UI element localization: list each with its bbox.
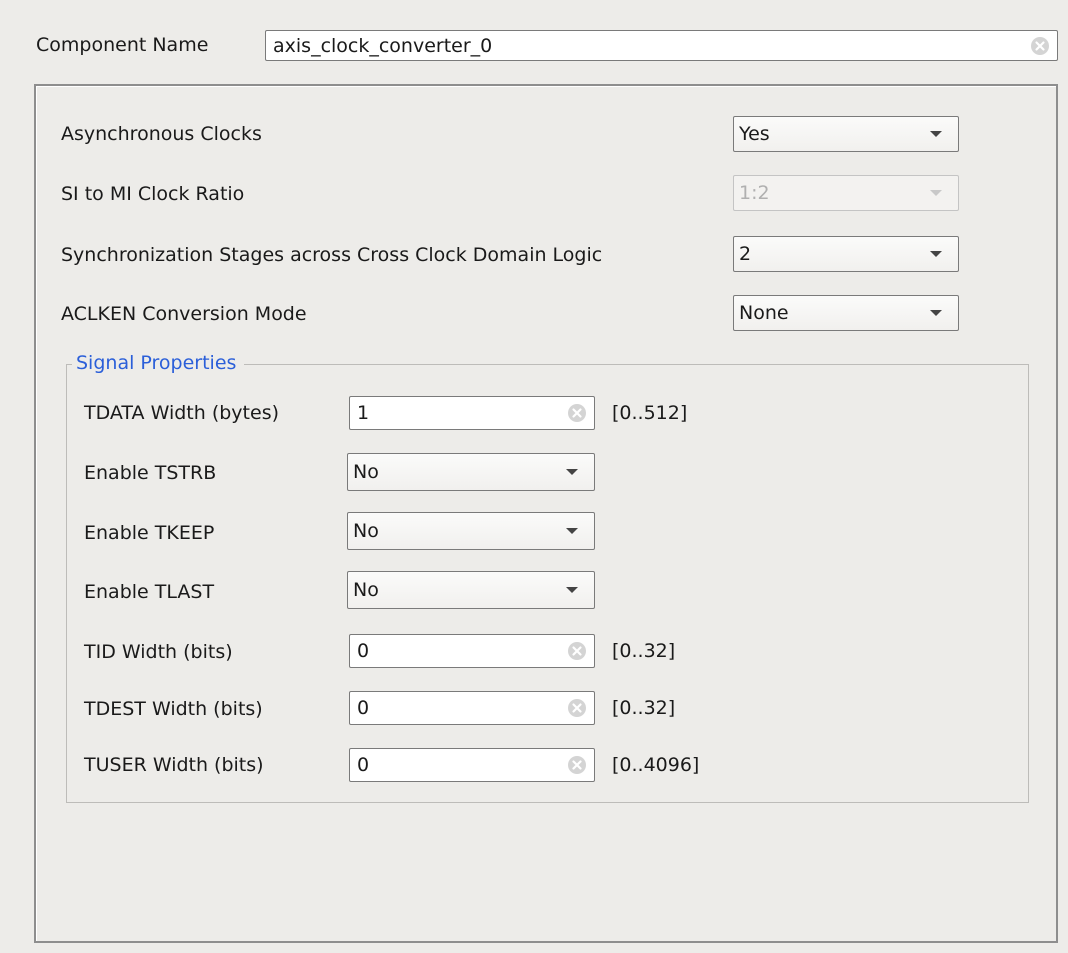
signal-properties-title: Signal Properties <box>72 351 245 375</box>
asynchronous-clocks-label: Asynchronous Clocks <box>61 123 262 145</box>
tdata-width-input[interactable]: 1 <box>349 396 595 430</box>
tdest-width-value: 0 <box>357 697 370 719</box>
chevron-down-icon <box>930 190 942 196</box>
clear-icon[interactable] <box>567 641 587 661</box>
tid-width-input[interactable]: 0 <box>349 634 595 668</box>
aclken-mode-select[interactable]: None <box>733 295 959 331</box>
sync-stages-value: 2 <box>739 243 752 265</box>
tid-width-value: 0 <box>357 640 370 662</box>
enable-tkeep-label: Enable TKEEP <box>84 522 215 544</box>
clock-ratio-label: SI to MI Clock Ratio <box>61 183 245 205</box>
tdest-width-range: [0..32] <box>612 697 676 719</box>
tdata-width-range: [0..512] <box>612 402 688 424</box>
tdest-width-input[interactable]: 0 <box>349 691 595 725</box>
chevron-down-icon <box>930 251 942 257</box>
tuser-width-label: TUSER Width (bits) <box>84 754 264 776</box>
clear-icon[interactable] <box>1030 36 1050 56</box>
enable-tlast-select[interactable]: No <box>347 571 595 609</box>
enable-tstrb-value: No <box>353 461 379 483</box>
aclken-mode-label: ACLKEN Conversion Mode <box>61 303 307 325</box>
enable-tkeep-value: No <box>353 520 379 542</box>
clock-ratio-value: 1:2 <box>739 182 770 204</box>
clear-icon[interactable] <box>567 755 587 775</box>
sync-stages-label: Synchronization Stages across Cross Cloc… <box>61 244 603 266</box>
tuser-width-value: 0 <box>357 754 370 776</box>
tid-width-range: [0..32] <box>612 640 676 662</box>
clear-icon[interactable] <box>567 403 587 423</box>
component-name-value: axis_clock_converter_0 <box>273 34 493 57</box>
asynchronous-clocks-select[interactable]: Yes <box>733 116 959 152</box>
chevron-down-icon <box>566 528 578 534</box>
tdata-width-value: 1 <box>357 402 370 424</box>
enable-tstrb-select[interactable]: No <box>347 453 595 491</box>
component-name-label: Component Name <box>36 34 209 56</box>
component-name-input[interactable]: axis_clock_converter_0 <box>265 30 1058 61</box>
chevron-down-icon <box>566 587 578 593</box>
enable-tlast-value: No <box>353 579 379 601</box>
tuser-width-input[interactable]: 0 <box>349 748 595 782</box>
chevron-down-icon <box>930 310 942 316</box>
enable-tstrb-label: Enable TSTRB <box>84 462 217 484</box>
tdata-width-label: TDATA Width (bytes) <box>84 402 280 424</box>
chevron-down-icon <box>566 469 578 475</box>
tuser-width-range: [0..4096] <box>612 754 700 776</box>
chevron-down-icon <box>930 131 942 137</box>
asynchronous-clocks-value: Yes <box>739 123 770 145</box>
tid-width-label: TID Width (bits) <box>84 641 233 663</box>
aclken-mode-value: None <box>739 302 789 324</box>
enable-tlast-label: Enable TLAST <box>84 581 215 603</box>
tdest-width-label: TDEST Width (bits) <box>84 698 263 720</box>
enable-tkeep-select[interactable]: No <box>347 512 595 550</box>
clear-icon[interactable] <box>567 698 587 718</box>
clock-ratio-select: 1:2 <box>733 175 959 211</box>
sync-stages-select[interactable]: 2 <box>733 236 959 272</box>
